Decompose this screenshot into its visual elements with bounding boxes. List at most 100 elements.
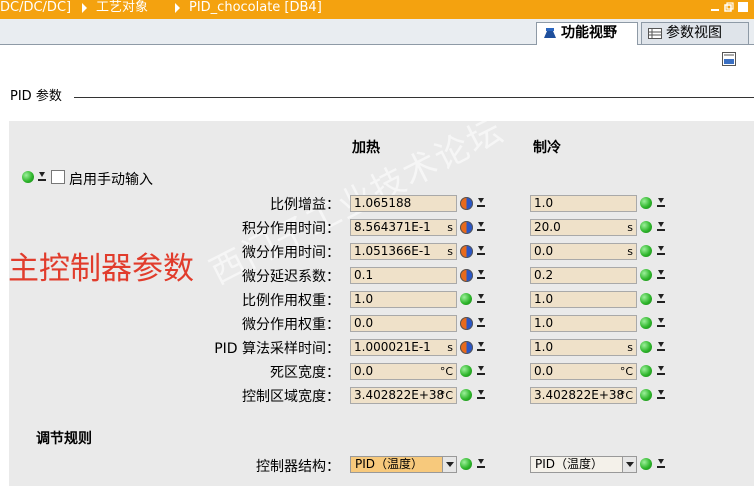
param-heat-input[interactable]: 1.051366E-1 s: [350, 243, 457, 260]
param-cool-input[interactable]: 20.0 s: [530, 219, 637, 236]
breadcrumb-separator-icon: [82, 3, 87, 13]
param-unit: °C: [439, 365, 453, 378]
download-icon[interactable]: [656, 245, 666, 257]
param-heat-input[interactable]: 0.1: [350, 267, 457, 284]
view-tab-bar: 功能视野 参数视图: [0, 19, 754, 45]
download-icon[interactable]: [476, 341, 486, 353]
split-view-icon[interactable]: [722, 52, 736, 66]
param-cool-input[interactable]: 1.0 s: [530, 339, 637, 356]
param-label: 比例作用权重：: [242, 293, 340, 309]
param-heat-input[interactable]: 1.065188: [350, 195, 457, 212]
param-label: 死区宽度：: [270, 365, 340, 381]
download-icon[interactable]: [476, 293, 486, 305]
download-icon[interactable]: [656, 293, 666, 305]
status-green-icon: [460, 389, 472, 401]
download-icon[interactable]: [656, 365, 666, 377]
section-title: PID 参数: [10, 89, 62, 104]
status-mixed-icon: [460, 341, 473, 354]
status-green-icon: [640, 389, 652, 401]
param-unit: °C: [619, 365, 633, 378]
status-mixed-icon: [460, 221, 473, 234]
param-heat-input[interactable]: 1.0: [350, 291, 457, 308]
status-green-icon: [640, 458, 652, 470]
status-green-icon: [640, 293, 652, 305]
download-icon[interactable]: [476, 365, 486, 377]
manual-input-checkbox[interactable]: [51, 170, 65, 184]
download-icon[interactable]: [656, 221, 666, 233]
param-heat-input[interactable]: 0.0 °C: [350, 363, 457, 380]
controller-structure-heat-select[interactable]: PID（温度）: [350, 456, 457, 473]
status-green-icon: [460, 365, 472, 377]
param-label: PID 算法采样时间：: [214, 341, 340, 357]
download-icon[interactable]: [656, 197, 666, 209]
param-cool-input[interactable]: 3.402822E+38 °C: [530, 387, 637, 404]
function-view-icon: [544, 28, 556, 38]
tab-function-view[interactable]: 功能视野: [536, 22, 638, 45]
download-icon[interactable]: [37, 171, 47, 183]
status-green-icon: [640, 341, 652, 353]
status-mixed-icon: [460, 317, 473, 330]
param-cool-input[interactable]: 1.0: [530, 195, 637, 212]
param-label: 微分延迟系数：: [242, 269, 340, 285]
download-icon[interactable]: [476, 458, 486, 470]
param-unit: s: [447, 341, 453, 354]
control-rules-title: 调节规则: [36, 431, 92, 447]
minimize-icon[interactable]: [710, 2, 720, 12]
download-icon[interactable]: [656, 269, 666, 281]
param-label: 控制区域宽度：: [242, 389, 340, 405]
param-unit: s: [447, 245, 453, 258]
download-icon[interactable]: [476, 221, 486, 233]
param-heat-input[interactable]: 8.564371E-1 s: [350, 219, 457, 236]
download-icon[interactable]: [476, 197, 486, 209]
download-icon[interactable]: [656, 341, 666, 353]
param-unit: s: [627, 245, 633, 258]
status-green-icon: [640, 317, 652, 329]
controller-structure-label: 控制器结构：: [256, 459, 340, 475]
param-label: 微分作用时间：: [242, 245, 340, 261]
param-cool-input[interactable]: 0.2: [530, 267, 637, 284]
param-unit: s: [447, 221, 453, 234]
download-icon[interactable]: [476, 245, 486, 257]
status-green-icon: [460, 293, 472, 305]
param-unit: °C: [619, 389, 633, 402]
section-divider: [74, 97, 754, 98]
controller-structure-cool-select[interactable]: PID（温度）: [530, 456, 637, 473]
status-green-icon: [640, 221, 652, 233]
status-mixed-icon: [460, 245, 473, 258]
download-icon[interactable]: [476, 389, 486, 401]
breadcrumb-item-tech-objects[interactable]: 工艺对象: [96, 0, 148, 16]
column-heading-cool: 制冷: [533, 140, 561, 156]
chevron-down-icon[interactable]: [442, 457, 456, 472]
param-label: 积分作用时间：: [242, 221, 340, 237]
param-unit: °C: [439, 389, 453, 402]
param-heat-input[interactable]: 1.000021E-1 s: [350, 339, 457, 356]
param-cool-input[interactable]: 0.0 s: [530, 243, 637, 260]
param-heat-input[interactable]: 0.0: [350, 315, 457, 332]
param-cool-input[interactable]: 1.0: [530, 291, 637, 308]
status-green-icon: [640, 269, 652, 281]
download-icon[interactable]: [656, 317, 666, 329]
download-icon[interactable]: [476, 269, 486, 281]
param-unit: s: [627, 341, 633, 354]
chevron-down-icon[interactable]: [622, 457, 636, 472]
status-mixed-icon: [460, 197, 473, 210]
tab-parameter-view[interactable]: 参数视图: [641, 22, 749, 44]
status-green-icon: [640, 245, 652, 257]
parameter-view-icon: [648, 28, 662, 39]
status-green-icon: [640, 365, 652, 377]
param-cool-input[interactable]: 0.0 °C: [530, 363, 637, 380]
param-label: 比例增益：: [270, 197, 340, 213]
breadcrumb: DC/DC/DC] 工艺对象 PID_chocolate [DB4]: [0, 0, 754, 19]
param-unit: s: [627, 221, 633, 234]
restore-icon[interactable]: [724, 2, 734, 12]
param-heat-input[interactable]: 3.402822E+38 °C: [350, 387, 457, 404]
breadcrumb-item-device[interactable]: DC/DC/DC]: [0, 0, 71, 16]
download-icon[interactable]: [656, 458, 666, 470]
param-cool-input[interactable]: 1.0: [530, 315, 637, 332]
column-heading-heat: 加热: [352, 140, 380, 156]
close-icon[interactable]: [738, 2, 748, 12]
download-icon[interactable]: [476, 317, 486, 329]
breadcrumb-item-pid-db[interactable]: PID_chocolate [DB4]: [189, 0, 322, 16]
status-green-icon: [22, 171, 34, 183]
download-icon[interactable]: [656, 389, 666, 401]
